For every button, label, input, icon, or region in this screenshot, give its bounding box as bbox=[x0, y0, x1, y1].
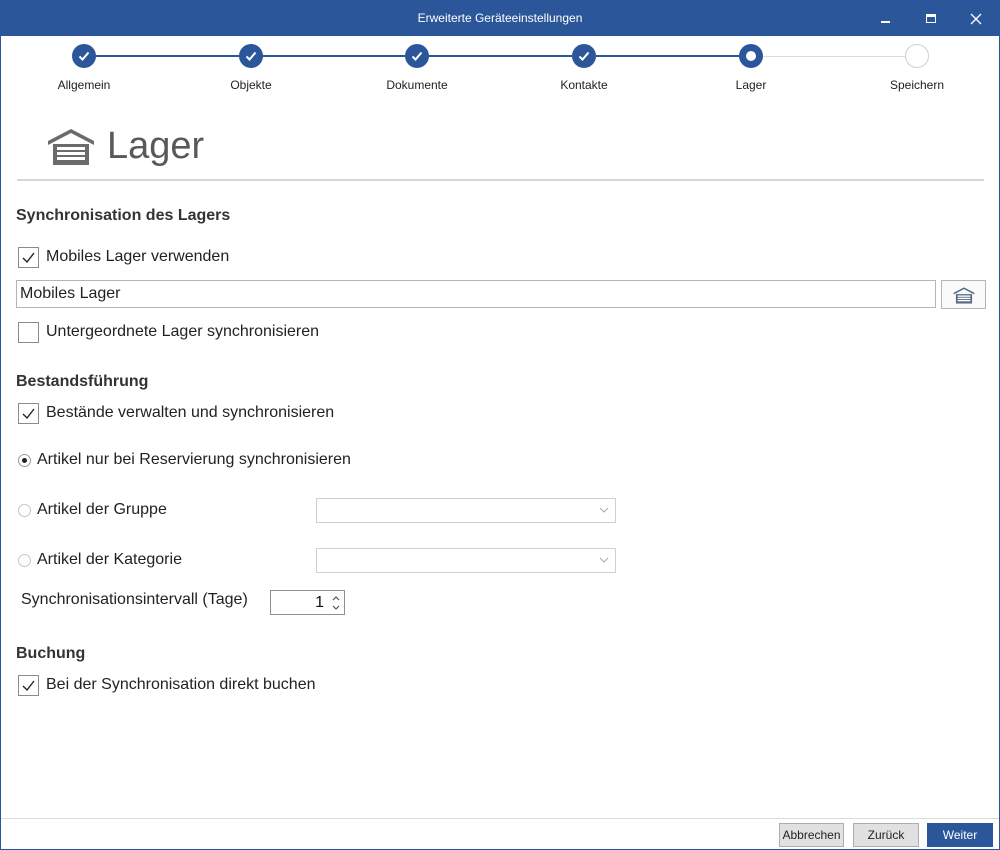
step-done-icon bbox=[572, 44, 596, 68]
close-button[interactable] bbox=[953, 1, 999, 36]
wizard-stepper: Allgemein Objekte Dokumente Kontakte Lag… bbox=[1, 36, 999, 96]
chevron-down-icon bbox=[599, 557, 609, 563]
radio-label: Artikel nur bei Reservierung synchronisi… bbox=[37, 451, 351, 468]
checkbox-label: Mobiles Lager verwenden bbox=[46, 248, 230, 265]
step-label: Dokumente bbox=[386, 78, 448, 92]
use-mobile-warehouse-checkbox[interactable]: Mobiles Lager verwenden bbox=[18, 246, 229, 268]
step-kontakte[interactable]: Kontakte bbox=[524, 44, 644, 92]
checkbox-box[interactable] bbox=[18, 246, 39, 268]
checkbox-box[interactable] bbox=[18, 674, 39, 696]
page-header: Lager bbox=[47, 121, 204, 171]
minimize-icon bbox=[880, 20, 890, 23]
step-done-icon bbox=[405, 44, 429, 68]
maximize-button[interactable] bbox=[908, 1, 954, 36]
checkmark-icon bbox=[22, 252, 35, 263]
page-title: Lager bbox=[107, 124, 205, 167]
interval-label: Synchronisationsintervall (Tage) bbox=[21, 591, 248, 608]
radio-group[interactable]: Artikel der Gruppe bbox=[18, 499, 167, 521]
window-title: Erweiterte Geräteeinstellungen bbox=[417, 11, 583, 25]
close-icon bbox=[970, 13, 982, 24]
maximize-icon bbox=[926, 14, 936, 23]
radio-label: Artikel der Gruppe bbox=[37, 501, 167, 518]
step-dokumente[interactable]: Dokumente bbox=[357, 44, 477, 92]
checkbox-box[interactable] bbox=[18, 321, 39, 343]
footer-divider bbox=[1, 818, 999, 819]
select-warehouse-button[interactable] bbox=[941, 280, 986, 309]
step-label: Lager bbox=[735, 78, 767, 92]
step-label: Allgemein bbox=[57, 78, 111, 92]
step-done-icon bbox=[72, 44, 96, 68]
interval-stepper[interactable]: 1 bbox=[270, 590, 345, 615]
step-label: Objekte bbox=[230, 78, 272, 92]
interval-value: 1 bbox=[315, 594, 324, 611]
warehouse-input[interactable] bbox=[16, 280, 936, 308]
radio-button[interactable] bbox=[18, 553, 31, 567]
step-allgemein[interactable]: Allgemein bbox=[24, 44, 144, 92]
stock-section-title: Bestandsführung bbox=[16, 373, 149, 390]
step-speichern[interactable]: Speichern bbox=[857, 44, 977, 92]
back-button[interactable]: Zurück bbox=[853, 823, 919, 847]
checkmark-icon bbox=[22, 680, 35, 691]
dialog-window: Erweiterte Geräteeinstellungen Allgemein bbox=[0, 0, 1000, 850]
warehouse-icon bbox=[953, 286, 974, 304]
next-button[interactable]: Weiter bbox=[927, 823, 993, 847]
step-label: Speichern bbox=[889, 78, 945, 92]
step-objekte[interactable]: Objekte bbox=[191, 44, 311, 92]
checkbox-label: Untergeordnete Lager synchronisieren bbox=[46, 323, 320, 340]
checkbox-box[interactable] bbox=[18, 402, 39, 424]
radio-button[interactable] bbox=[18, 503, 31, 517]
direct-booking-checkbox[interactable]: Bei der Synchronisation direkt buchen bbox=[18, 674, 316, 696]
booking-section-title: Buchung bbox=[16, 645, 86, 662]
step-lager[interactable]: Lager bbox=[691, 44, 811, 92]
checkbox-label: Bestände verwalten und synchronisieren bbox=[46, 404, 335, 421]
chevron-down-icon bbox=[599, 507, 609, 513]
manage-stock-checkbox[interactable]: Bestände verwalten und synchronisieren bbox=[18, 402, 334, 424]
group-dropdown[interactable] bbox=[316, 498, 616, 523]
step-label: Kontakte bbox=[560, 78, 608, 92]
checkmark-icon bbox=[22, 408, 35, 419]
cancel-button[interactable]: Abbrechen bbox=[779, 823, 844, 847]
step-todo-icon bbox=[905, 44, 929, 68]
minimize-button[interactable] bbox=[862, 1, 908, 36]
header-divider bbox=[17, 179, 984, 181]
category-dropdown[interactable] bbox=[316, 548, 616, 573]
sync-sub-warehouses-checkbox[interactable]: Untergeordnete Lager synchronisieren bbox=[18, 321, 319, 343]
sync-section-title: Synchronisation des Lagers bbox=[16, 207, 231, 224]
radio-label: Artikel der Kategorie bbox=[37, 551, 182, 568]
checkbox-label: Bei der Synchronisation direkt buchen bbox=[46, 676, 316, 693]
radio-reservation[interactable]: Artikel nur bei Reservierung synchronisi… bbox=[18, 449, 351, 471]
step-done-icon bbox=[239, 44, 263, 68]
warehouse-icon bbox=[48, 129, 94, 165]
radio-button[interactable] bbox=[18, 453, 31, 467]
title-bar[interactable]: Erweiterte Geräteeinstellungen bbox=[1, 1, 999, 36]
radio-category[interactable]: Artikel der Kategorie bbox=[18, 549, 182, 571]
spinner-arrows-icon[interactable] bbox=[330, 592, 342, 614]
step-current-icon bbox=[739, 44, 763, 68]
